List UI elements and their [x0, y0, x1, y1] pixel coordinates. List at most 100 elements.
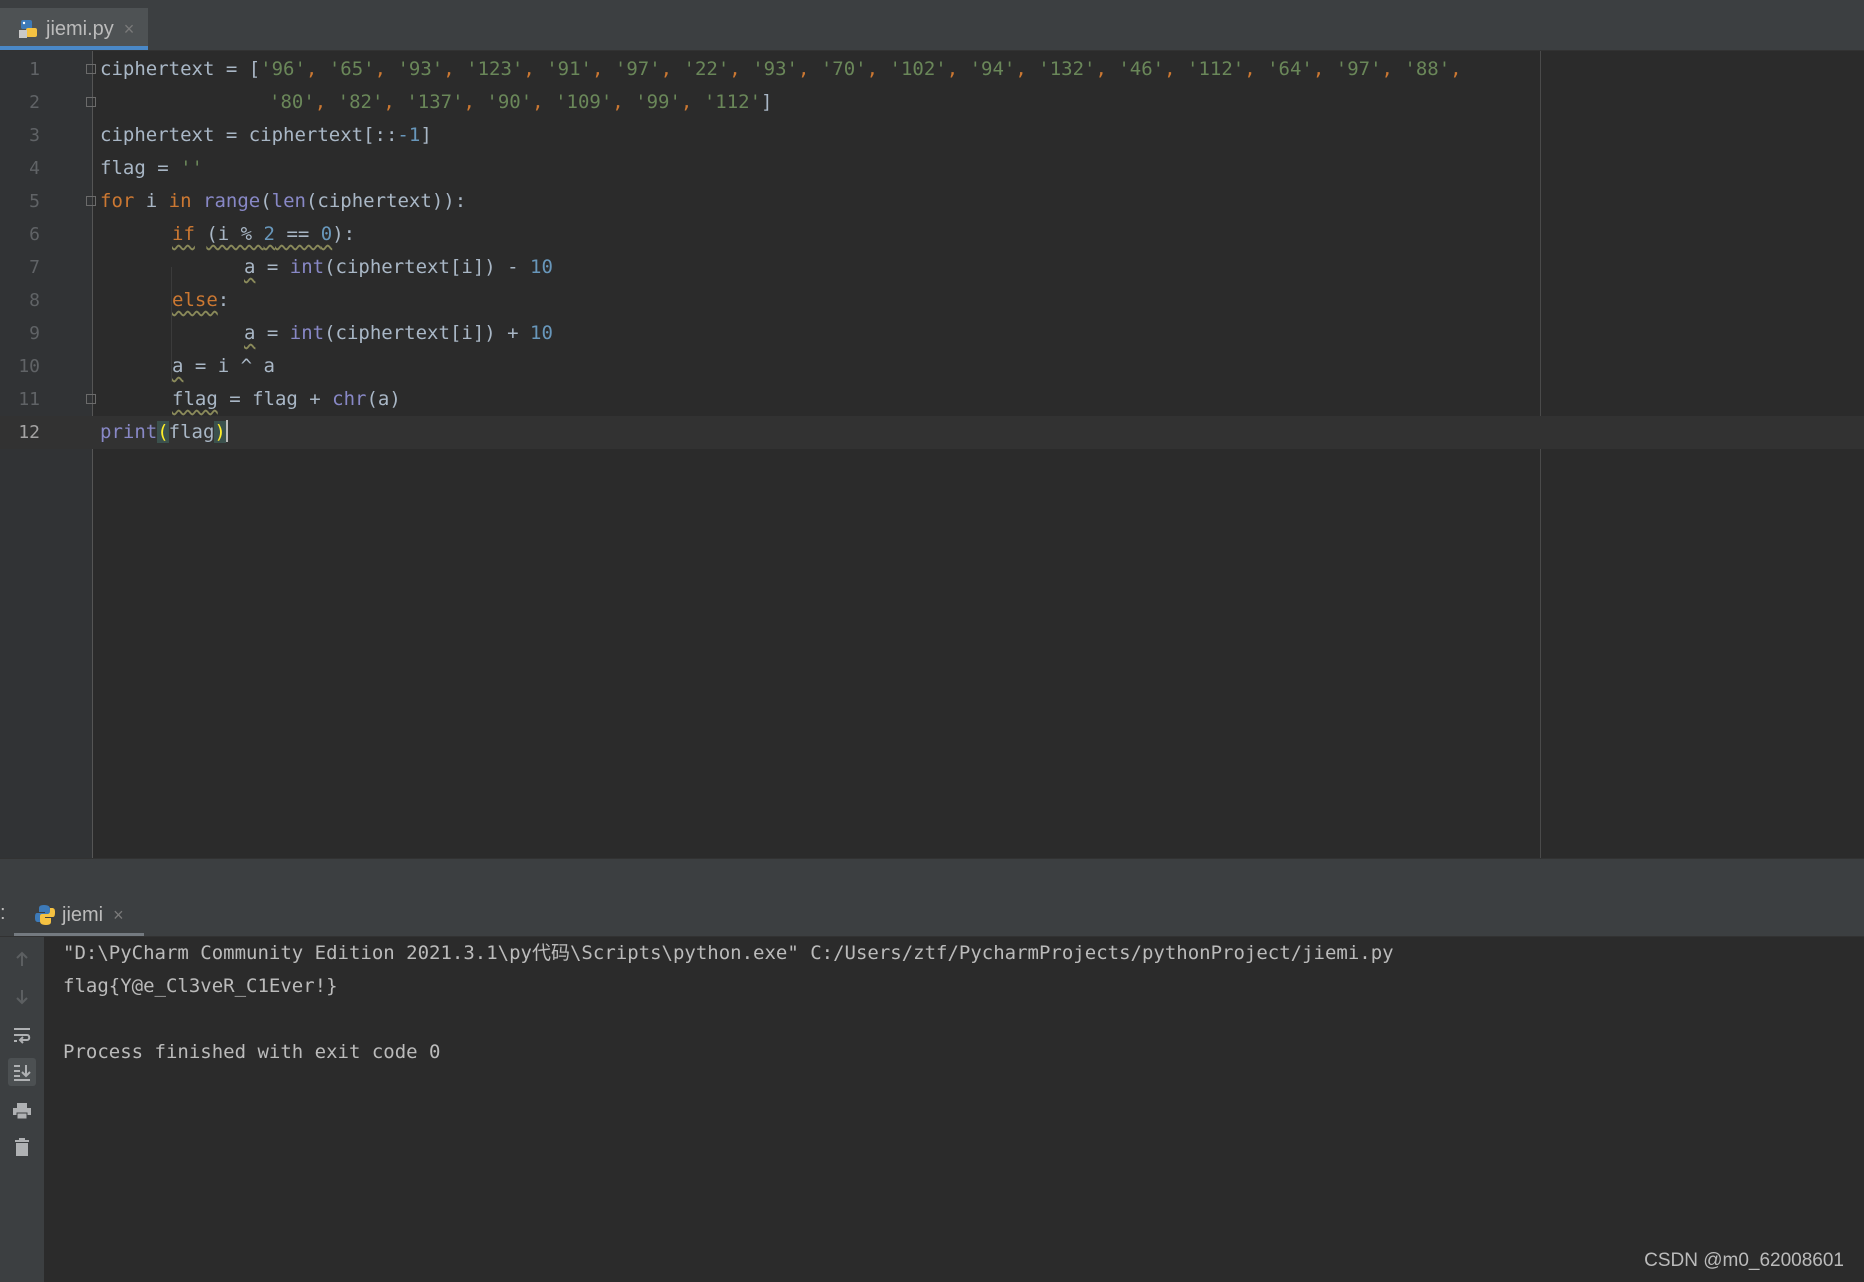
- code-line-2[interactable]: 2 '80', '82', '137', '90', '109', '99', …: [0, 86, 1864, 119]
- code-text: a = int(ciphertext[i]) - 10: [244, 256, 553, 278]
- comma-separator: ,: [532, 91, 556, 113]
- fold-marker-icon[interactable]: [86, 97, 96, 107]
- comma-separator: ,: [680, 91, 704, 113]
- comma-separator: ,: [660, 58, 684, 80]
- console-toolbar: [0, 937, 45, 1282]
- code-text: flag = '': [100, 157, 203, 179]
- string-literal: '70': [820, 58, 867, 80]
- run-tool-window-header: : jiemi ×: [0, 894, 1864, 937]
- code-line-3[interactable]: 3 ciphertext = ciphertext[::-1]: [0, 119, 1864, 152]
- close-icon[interactable]: ×: [124, 19, 135, 40]
- code-text: a = i ^ a: [172, 355, 275, 377]
- code-line-6[interactable]: 6 if (i % 2 == 0):: [0, 218, 1864, 251]
- close-icon[interactable]: ×: [113, 905, 124, 926]
- string-literal: '97': [1335, 58, 1382, 80]
- code-line-8[interactable]: 8 else:: [0, 284, 1864, 317]
- line-number: 4: [29, 158, 40, 179]
- run-tab-jiemi[interactable]: jiemi ×: [14, 894, 144, 936]
- console-command-line: "D:\PyCharm Community Edition 2021.3.1\p…: [63, 942, 1394, 964]
- string-literal: '94': [969, 58, 1016, 80]
- string-literal: '22': [683, 58, 730, 80]
- line-number: 12: [18, 422, 40, 443]
- comma-separator: ,: [463, 91, 487, 113]
- scroll-to-end-icon[interactable]: [8, 1058, 36, 1086]
- string-literal: '88': [1404, 58, 1451, 80]
- string-literal: '90': [486, 91, 533, 113]
- code-text: print(flag): [100, 420, 228, 443]
- string-literal: '93': [397, 58, 444, 80]
- comma-separator: ,: [946, 58, 970, 80]
- comma-separator: ,: [1244, 58, 1268, 80]
- trash-icon[interactable]: [8, 1133, 36, 1161]
- run-console-output[interactable]: "D:\PyCharm Community Edition 2021.3.1\p…: [44, 937, 1864, 1282]
- line-number: 3: [29, 125, 40, 146]
- comma-separator: ,: [1450, 58, 1462, 80]
- string-literal: '109': [555, 91, 613, 113]
- code-line-4[interactable]: 4 flag = '': [0, 152, 1864, 185]
- python-icon: [34, 904, 56, 926]
- fold-marker-icon[interactable]: [86, 196, 96, 206]
- comma-separator: ,: [1381, 58, 1405, 80]
- tab-label: jiemi.py: [46, 17, 114, 40]
- comma-separator: ,: [314, 91, 338, 113]
- code-text: ciphertext = ciphertext[::-1]: [100, 124, 432, 146]
- print-icon[interactable]: [8, 1097, 36, 1125]
- code-line-1[interactable]: 1 ciphertext = ['96', '65', '93', '123',…: [0, 53, 1864, 86]
- string-literal: '137': [406, 91, 464, 113]
- comma-separator: ,: [1015, 58, 1039, 80]
- string-literal: '46': [1118, 58, 1165, 80]
- console-exit-line: Process finished with exit code 0: [63, 1041, 441, 1063]
- comma-separator: ,: [1164, 58, 1187, 80]
- string-literal: '97': [614, 58, 661, 80]
- code-text: for i in range(len(ciphertext)):: [100, 190, 467, 212]
- soft-wrap-icon[interactable]: [8, 1021, 36, 1049]
- string-literal: '82': [337, 91, 384, 113]
- comma-separator: ,: [797, 58, 821, 80]
- fold-marker-icon[interactable]: [86, 394, 96, 404]
- run-tab-label: jiemi: [62, 903, 104, 926]
- comma-separator: ,: [1312, 58, 1336, 80]
- arrow-up-icon[interactable]: [8, 945, 36, 973]
- tab-active-indicator: [0, 46, 148, 50]
- comma-separator: ,: [305, 58, 329, 80]
- string-literal: '80': [269, 91, 315, 113]
- code-line-9[interactable]: 9 a = int(ciphertext[i]) + 10: [0, 317, 1864, 350]
- string-literal: '112': [703, 91, 762, 113]
- string-literal: '132': [1038, 58, 1096, 80]
- code-text: '80', '82', '137', '90', '109', '99', '1…: [269, 91, 773, 113]
- console-output-line: flag{Y@e_Cl3veR_C1Ever!}: [63, 975, 338, 997]
- line-number: 6: [29, 224, 40, 245]
- code-line-11[interactable]: 11 flag = flag + chr(a): [0, 383, 1864, 416]
- comma-separator: ,: [729, 58, 753, 80]
- tab-jiemi-py[interactable]: jiemi.py ×: [0, 8, 148, 50]
- comma-separator: ,: [612, 91, 636, 113]
- code-line-5[interactable]: 5 for i in range(len(ciphertext)):: [0, 185, 1864, 218]
- code-text: flag = flag + chr(a): [172, 388, 401, 410]
- comma-separator: ,: [374, 58, 398, 80]
- fold-marker-icon[interactable]: [86, 64, 96, 74]
- string-literal: '123': [466, 58, 524, 80]
- tab-active-indicator: [14, 933, 144, 936]
- string-literal: '99': [635, 91, 681, 113]
- comma-separator: ,: [383, 91, 407, 113]
- code-text: a = int(ciphertext[i]) + 10: [244, 322, 553, 344]
- line-number: 2: [29, 92, 40, 113]
- string-literal: '91': [546, 58, 592, 80]
- string-literal: '93': [752, 58, 798, 80]
- code-text: else:: [172, 289, 230, 311]
- code-line-10[interactable]: 10 a = i ^ a: [0, 350, 1864, 383]
- arrow-down-icon[interactable]: [8, 983, 36, 1011]
- comma-separator: ,: [1095, 58, 1119, 80]
- code-line-7[interactable]: 7 a = int(ciphertext[i]) - 10: [0, 251, 1864, 284]
- code-text: if (i % 2 == 0):: [172, 223, 356, 245]
- string-literal: '65': [328, 58, 375, 80]
- code-line-12[interactable]: 12 print(flag): [0, 416, 1864, 449]
- line-number: 5: [29, 191, 40, 212]
- watermark: CSDN @m0_62008601: [1644, 1250, 1844, 1271]
- comma-separator: ,: [591, 58, 615, 80]
- line-number: 9: [29, 323, 40, 344]
- line-number: 10: [18, 356, 40, 377]
- string-literal: '102': [889, 58, 947, 80]
- line-number: 8: [29, 290, 40, 311]
- code-editor[interactable]: 1 ciphertext = ['96', '65', '93', '123',…: [0, 51, 1864, 858]
